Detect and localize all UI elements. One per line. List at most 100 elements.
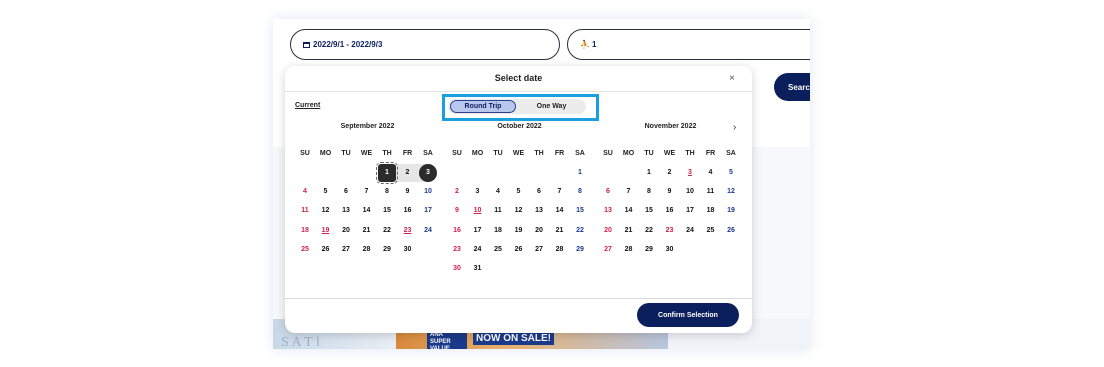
calendar-day[interactable]: 10 bbox=[680, 183, 700, 201]
search-button[interactable]: Search bbox=[774, 73, 810, 101]
calendar-day[interactable]: 1 bbox=[639, 164, 659, 182]
calendar-day[interactable]: 14 bbox=[619, 202, 639, 220]
calendar-day[interactable]: 13 bbox=[529, 202, 549, 220]
calendar-day[interactable]: 2 bbox=[398, 164, 418, 182]
date-field[interactable]: 2022/9/1 - 2022/9/3 bbox=[290, 29, 560, 60]
passenger-field[interactable]: ⛹ 1 bbox=[567, 29, 810, 60]
calendar-day[interactable]: 2 bbox=[660, 164, 680, 182]
calendar-day[interactable]: 15 bbox=[639, 202, 659, 220]
calendar-day[interactable]: 8 bbox=[377, 183, 397, 201]
calendar-day[interactable]: 24 bbox=[680, 222, 700, 240]
calendar-day[interactable]: 27 bbox=[336, 241, 356, 259]
calendar-day[interactable]: 16 bbox=[447, 222, 467, 240]
calendar-day[interactable]: 26 bbox=[316, 241, 336, 259]
calendar-day[interactable]: 4 bbox=[295, 183, 315, 201]
calendar-day[interactable]: 23 bbox=[398, 222, 418, 240]
calendar-day[interactable]: 24 bbox=[418, 222, 438, 240]
calendar-day[interactable]: 8 bbox=[570, 183, 590, 201]
tab-one-way[interactable]: One Way bbox=[517, 99, 586, 114]
trip-type-toggle[interactable]: Round Trip One Way bbox=[448, 99, 586, 114]
calendar-day[interactable]: 7 bbox=[550, 183, 570, 201]
calendar-day[interactable]: 11 bbox=[701, 183, 721, 201]
calendar-day[interactable]: 5 bbox=[316, 183, 336, 201]
calendar-day[interactable]: 5 bbox=[721, 164, 741, 182]
calendar-day[interactable]: 5 bbox=[509, 183, 529, 201]
calendar-day[interactable]: 24 bbox=[468, 241, 488, 259]
calendar-day[interactable]: 7 bbox=[357, 183, 377, 201]
calendar-day[interactable]: 23 bbox=[660, 222, 680, 240]
calendar-day[interactable]: 22 bbox=[377, 222, 397, 240]
calendar-day[interactable]: 20 bbox=[336, 222, 356, 240]
calendar-day[interactable]: 6 bbox=[529, 183, 549, 201]
calendar-day[interactable]: 27 bbox=[529, 241, 549, 259]
calendar-day[interactable]: 7 bbox=[619, 183, 639, 201]
calendar-day[interactable]: 9 bbox=[398, 183, 418, 201]
calendar-day[interactable]: 28 bbox=[550, 241, 570, 259]
calendar-day[interactable]: 3 bbox=[468, 183, 488, 201]
calendar-day[interactable]: 15 bbox=[377, 202, 397, 220]
calendar-day[interactable]: 1 bbox=[377, 164, 397, 182]
calendar-day[interactable]: 8 bbox=[639, 183, 659, 201]
calendar-day[interactable]: 2 bbox=[447, 183, 467, 201]
calendar-day[interactable]: 30 bbox=[660, 241, 680, 259]
calendar-day[interactable]: 9 bbox=[447, 202, 467, 220]
calendar-day[interactable]: 16 bbox=[660, 202, 680, 220]
calendar-day[interactable]: 20 bbox=[598, 222, 618, 240]
calendar-day[interactable]: 31 bbox=[468, 260, 488, 278]
calendar-day[interactable]: 12 bbox=[721, 183, 741, 201]
calendar-day[interactable]: 14 bbox=[550, 202, 570, 220]
calendar-day[interactable]: 6 bbox=[336, 183, 356, 201]
calendar-day[interactable]: 4 bbox=[701, 164, 721, 182]
calendar-day[interactable]: 14 bbox=[357, 202, 377, 220]
calendar-day[interactable]: 26 bbox=[721, 222, 741, 240]
calendar-day[interactable]: 3 bbox=[680, 164, 700, 182]
calendar-day[interactable]: 13 bbox=[336, 202, 356, 220]
calendar-day[interactable]: 30 bbox=[447, 260, 467, 278]
calendar-day[interactable]: 28 bbox=[619, 241, 639, 259]
calendar-day[interactable]: 23 bbox=[447, 241, 467, 259]
confirm-selection-button[interactable]: Confirm Selection bbox=[637, 303, 739, 327]
calendar-day[interactable]: 16 bbox=[398, 202, 418, 220]
calendar-day[interactable]: 25 bbox=[295, 241, 315, 259]
calendar-day[interactable]: 29 bbox=[570, 241, 590, 259]
calendar-day[interactable]: 27 bbox=[598, 241, 618, 259]
tab-round-trip[interactable]: Round Trip bbox=[450, 100, 516, 113]
calendar-day[interactable]: 22 bbox=[639, 222, 659, 240]
calendar-day[interactable]: 4 bbox=[488, 183, 508, 201]
calendar-day[interactable]: 25 bbox=[488, 241, 508, 259]
calendar-day[interactable]: 17 bbox=[680, 202, 700, 220]
calendar-day[interactable]: 29 bbox=[377, 241, 397, 259]
calendar-day[interactable]: 21 bbox=[619, 222, 639, 240]
calendar-day[interactable]: 17 bbox=[418, 202, 438, 220]
calendar-day[interactable]: 13 bbox=[598, 202, 618, 220]
calendar-day[interactable]: 9 bbox=[660, 183, 680, 201]
calendar-day[interactable]: 18 bbox=[701, 202, 721, 220]
calendar-day[interactable]: 26 bbox=[509, 241, 529, 259]
calendar-day[interactable]: 28 bbox=[357, 241, 377, 259]
close-icon[interactable]: × bbox=[729, 73, 735, 84]
calendar-day[interactable]: 12 bbox=[509, 202, 529, 220]
calendar-day[interactable]: 18 bbox=[488, 222, 508, 240]
calendar-day[interactable]: 10 bbox=[468, 202, 488, 220]
calendar-day[interactable]: 6 bbox=[598, 183, 618, 201]
calendar-day[interactable]: 19 bbox=[509, 222, 529, 240]
calendar-day[interactable]: 1 bbox=[570, 164, 590, 182]
calendar-day[interactable]: 15 bbox=[570, 202, 590, 220]
calendar-day[interactable]: 29 bbox=[639, 241, 659, 259]
calendar-day[interactable]: 30 bbox=[398, 241, 418, 259]
current-link[interactable]: Current bbox=[295, 102, 320, 109]
calendar-day[interactable]: 3 bbox=[418, 164, 438, 182]
calendar-day[interactable]: 18 bbox=[295, 222, 315, 240]
calendar-day[interactable]: 21 bbox=[550, 222, 570, 240]
calendar-day[interactable]: 19 bbox=[721, 202, 741, 220]
calendar-day[interactable]: 21 bbox=[357, 222, 377, 240]
calendar-day[interactable]: 20 bbox=[529, 222, 549, 240]
calendar-day[interactable]: 17 bbox=[468, 222, 488, 240]
calendar-day[interactable]: 11 bbox=[295, 202, 315, 220]
calendar-day[interactable]: 12 bbox=[316, 202, 336, 220]
calendar-day[interactable]: 19 bbox=[316, 222, 336, 240]
calendar-day[interactable]: 25 bbox=[701, 222, 721, 240]
calendar-day[interactable]: 10 bbox=[418, 183, 438, 201]
calendar-day[interactable]: 11 bbox=[488, 202, 508, 220]
calendar-day[interactable]: 22 bbox=[570, 222, 590, 240]
